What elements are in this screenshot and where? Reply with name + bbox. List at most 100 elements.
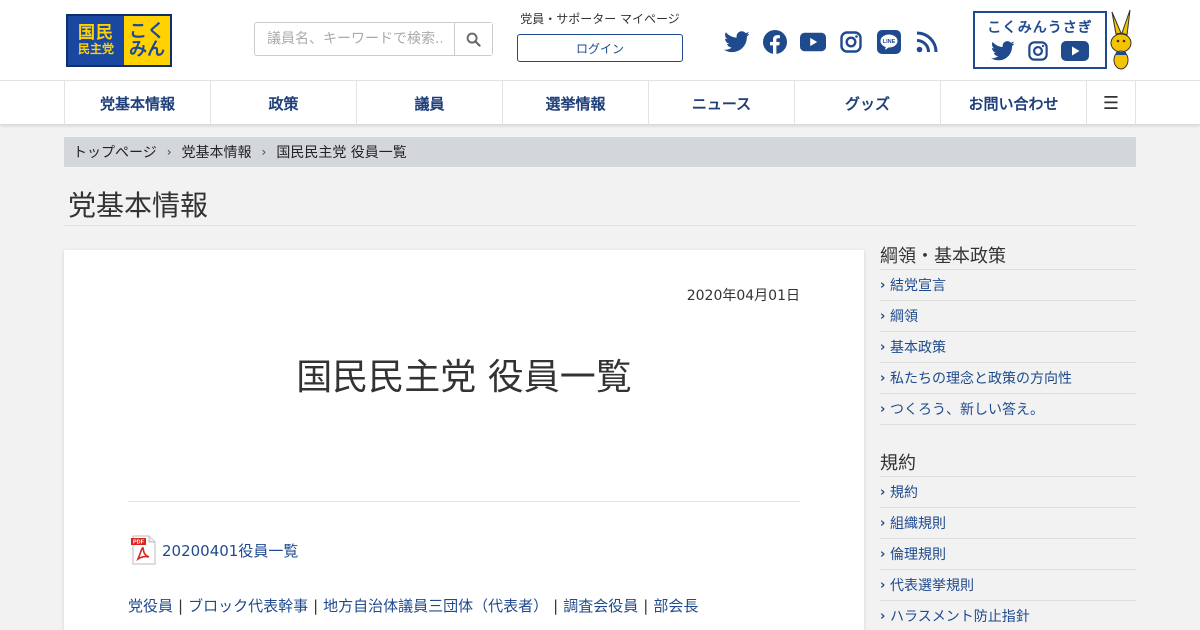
logo-text-line2: 民主党: [77, 42, 114, 57]
chevron-right-icon: ›: [261, 145, 267, 159]
breadcrumb-current: 国民民主党 役員一覧: [276, 145, 407, 161]
sidebar-item[interactable]: › 基本政策: [880, 332, 1136, 363]
sidebar-list-rules: › 規約 › 組織規則 › 倫理規則 › 代表選挙規則 › ハラスメント防止指針: [880, 477, 1136, 630]
link-separator: |: [178, 596, 184, 615]
chevron-right-icon: ›: [880, 484, 886, 500]
chevron-right-icon: ›: [880, 608, 886, 624]
sidebar-item-label: 綱領: [890, 309, 918, 325]
link-separator: |: [643, 596, 649, 615]
post-date: 2020年04月01日: [686, 288, 800, 304]
nav-item-about[interactable]: 党基本情報: [65, 81, 211, 125]
anchor-links: 党役員 | ブロック代表幹事 | 地方自治体議員三団体（代表者） | 調査会役員…: [128, 595, 698, 616]
sidebar-item-label: 代表選挙規則: [890, 578, 974, 594]
twitter-icon[interactable]: [724, 29, 750, 55]
nav-item-elections[interactable]: 選挙情報: [503, 81, 649, 125]
social-links: LINE: [724, 28, 940, 56]
sidebar: 綱領・基本政策 › 結党宣言 › 綱領 › 基本政策 › 私たちの理念と政策の方向性 ›…: [880, 244, 1136, 630]
pdf-file-icon: PDF: [131, 535, 156, 565]
instagram-icon[interactable]: [1028, 41, 1048, 61]
link-separator: |: [553, 596, 559, 615]
nav-item-members[interactable]: 議員: [357, 81, 503, 125]
sidebar-item[interactable]: › つくろう、新しい答え。: [880, 394, 1136, 425]
sidebar-item[interactable]: › ハラスメント防止指針: [880, 601, 1136, 630]
logo-text-line1: 国民: [78, 23, 114, 44]
chevron-right-icon: ›: [880, 577, 886, 593]
search-icon: [466, 32, 481, 47]
member-mypage-title: 党員・サポーター マイページ: [520, 12, 680, 26]
hamburger-menu-icon[interactable]: ☰: [1087, 81, 1136, 125]
site-logo[interactable]: 国民 民主党 こく みん: [66, 14, 172, 67]
twitter-icon[interactable]: [991, 41, 1015, 61]
search-input[interactable]: [255, 23, 455, 55]
article-card: 2020年04月01日 国民民主党 役員一覧 PDF 20200401役員一覧 …: [64, 250, 864, 630]
nav-item-news[interactable]: ニュース: [649, 81, 795, 125]
search-button[interactable]: [454, 23, 492, 55]
chevron-right-icon: ›: [880, 370, 886, 386]
sidebar-item[interactable]: › 組織規則: [880, 508, 1136, 539]
kokumin-usagi-title: こくみんうさぎ: [987, 20, 1093, 36]
chevron-right-icon: ›: [880, 401, 886, 417]
chevron-right-icon: ›: [166, 145, 172, 159]
anchor-link-research-council[interactable]: 調査会役員: [563, 595, 638, 616]
kokumin-usagi-icons: [975, 41, 1105, 61]
sidebar-item-label: 倫理規則: [890, 547, 946, 563]
kokumin-usagi-box[interactable]: こくみんうさぎ: [973, 11, 1107, 69]
svg-text:PDF: PDF: [133, 540, 145, 546]
anchor-link-division-heads[interactable]: 部会長: [653, 595, 698, 616]
nav-item-contact[interactable]: お問い合わせ: [941, 81, 1087, 125]
main-nav: 党基本情報 政策 議員 選挙情報 ニュース グッズ お問い合わせ ☰: [0, 80, 1200, 125]
sidebar-item[interactable]: › 私たちの理念と政策の方向性: [880, 363, 1136, 394]
logo-left: 国民 民主党: [68, 16, 124, 65]
main-nav-inner: 党基本情報 政策 議員 選挙情報 ニュース グッズ お問い合わせ ☰: [64, 81, 1136, 125]
sidebar-heading-rules: 規約: [880, 451, 1136, 477]
line-icon[interactable]: LINE: [876, 29, 902, 55]
anchor-link-local-assemblies[interactable]: 地方自治体議員三団体（代表者）: [323, 595, 548, 616]
breadcrumb-home[interactable]: トップページ: [73, 142, 157, 162]
sidebar-item-label: ハラスメント防止指針: [890, 609, 1030, 625]
nav-item-policy[interactable]: 政策: [211, 81, 357, 125]
sidebar-item-label: 規約: [890, 485, 918, 501]
site-header: 国民 民主党 こく みん 党員・サポーター マイページ ログイン: [0, 0, 1200, 80]
youtube-icon[interactable]: [800, 29, 826, 55]
pdf-link-label: 20200401役員一覧: [162, 541, 299, 560]
chevron-right-icon: ›: [880, 277, 886, 293]
sidebar-item[interactable]: › 結党宣言: [880, 270, 1136, 301]
sidebar-item-label: 私たちの理念と政策の方向性: [890, 371, 1072, 387]
anchor-link-block-leaders[interactable]: ブロック代表幹事: [188, 595, 308, 616]
chevron-right-icon: ›: [880, 515, 886, 531]
sidebar-item-label: 組織規則: [890, 516, 946, 532]
sidebar-item-label: 結党宣言: [890, 278, 946, 294]
youtube-icon[interactable]: [1060, 41, 1089, 61]
sidebar-item[interactable]: › 倫理規則: [880, 539, 1136, 570]
pdf-download-link[interactable]: PDF 20200401役員一覧: [130, 535, 298, 565]
sidebar-list-platform: › 結党宣言 › 綱領 › 基本政策 › 私たちの理念と政策の方向性 › つくろう、新しい…: [880, 270, 1136, 425]
sidebar-item[interactable]: › 綱領: [880, 301, 1136, 332]
link-separator: |: [313, 596, 319, 615]
instagram-icon[interactable]: [838, 29, 864, 55]
login-button[interactable]: ログイン: [517, 34, 683, 62]
breadcrumb: トップページ › 党基本情報 › 国民民主党 役員一覧: [64, 137, 1136, 167]
svg-text:LINE: LINE: [883, 39, 896, 45]
chevron-right-icon: ›: [880, 339, 886, 355]
article-divider: [128, 501, 800, 502]
search-box: [254, 22, 493, 56]
anchor-link-party-officers[interactable]: 党役員: [128, 595, 173, 616]
logo-right: こく みん: [124, 16, 170, 65]
sidebar-item[interactable]: › 代表選挙規則: [880, 570, 1136, 601]
rss-icon[interactable]: [914, 29, 940, 55]
logo-text-line4: みん: [129, 38, 165, 60]
sidebar-heading-platform: 綱領・基本政策: [880, 244, 1136, 270]
facebook-icon[interactable]: [762, 29, 788, 55]
nav-item-goods[interactable]: グッズ: [795, 81, 941, 125]
breadcrumb-about[interactable]: 党基本情報: [182, 142, 252, 162]
sidebar-item[interactable]: › 規約: [880, 477, 1136, 508]
sidebar-item-label: 基本政策: [890, 340, 946, 356]
sidebar-item-label: つくろう、新しい答え。: [890, 402, 1044, 418]
post-title: 国民民主党 役員一覧: [296, 357, 632, 398]
title-divider: [64, 225, 1136, 226]
chevron-right-icon: ›: [880, 546, 886, 562]
logo-text-line3: こく: [129, 21, 165, 43]
rabbit-mascot-icon: [1110, 9, 1132, 70]
page-title: 党基本情報: [68, 189, 209, 222]
